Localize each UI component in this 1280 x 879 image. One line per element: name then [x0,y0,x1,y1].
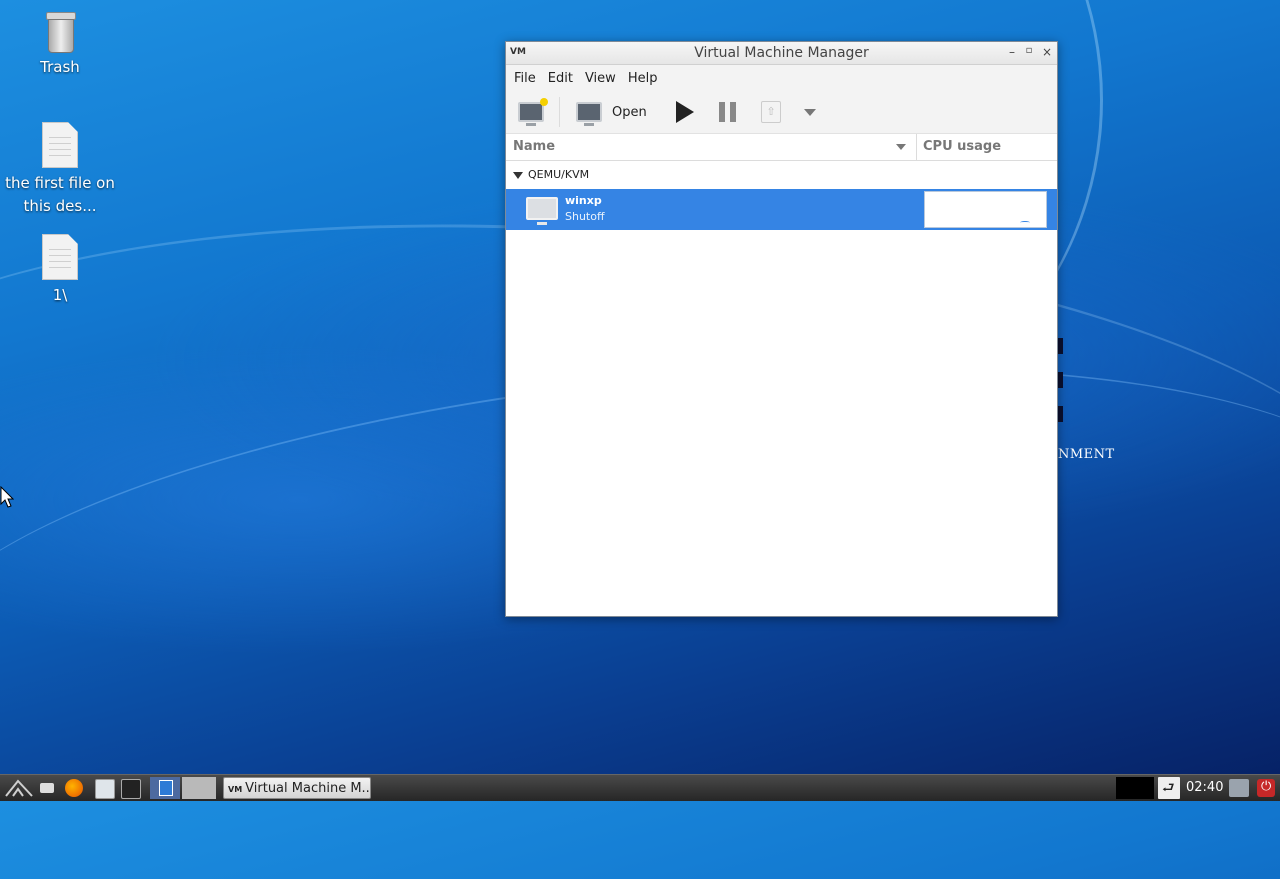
desktop-icon-label: the first file on this des... [5,174,115,215]
power-icon[interactable]: ⏻ [1257,779,1275,797]
wallpaper-mark [1058,406,1063,422]
minimize-icon[interactable]: – [1005,45,1019,59]
file-icon [42,234,78,280]
open-button[interactable]: Open [576,99,647,126]
menubar: File Edit View Help [506,65,1057,91]
run-button[interactable] [676,99,694,125]
sort-arrow-icon[interactable] [896,144,906,150]
vm-name: winxp [565,194,602,207]
toolbar: Open ⇧ [506,91,1057,134]
play-icon [676,101,694,123]
shutdown-button[interactable]: ⇧ [761,99,781,125]
file-icon [42,122,78,168]
workspace-2[interactable] [182,777,216,799]
file-manager-icon[interactable] [95,779,115,799]
desktop-icon-file[interactable]: the first file on this des... [0,122,120,218]
window-titlebar[interactable]: VM Virtual Machine Manager – ▫ × [506,42,1057,65]
close-icon[interactable]: × [1040,45,1054,59]
desktop-icon-file[interactable]: 1\ [0,234,120,307]
trash-icon [46,12,76,53]
toolbar-separator [559,97,560,127]
workspace-1[interactable] [150,777,180,799]
column-divider[interactable] [916,134,917,160]
terminal-icon[interactable] [121,779,141,799]
vm-row[interactable]: winxp Shutoff [506,189,1057,230]
shutdown-menu-button[interactable] [804,99,816,125]
menu-edit[interactable]: Edit [542,71,579,86]
menu-file[interactable]: File [508,71,542,86]
cpu-monitor-applet[interactable] [1116,777,1154,799]
desktop-icon-label: Trash [40,58,80,76]
connection-label: QEMU/KVM [528,168,590,181]
column-name[interactable]: Name [513,139,555,154]
wallpaper-mark [1058,338,1063,354]
expander-icon[interactable] [513,172,523,179]
start-menu-icon[interactable] [4,778,34,798]
monitor-icon [576,102,602,126]
wallpaper-mark [1058,372,1063,388]
maximize-icon[interactable]: ▫ [1022,45,1036,56]
taskbar-window-label: Virtual Machine M... [245,781,371,796]
column-header: Name CPU usage [506,134,1057,161]
vmm-window: VM Virtual Machine Manager – ▫ × File Ed… [505,41,1058,617]
wallpaper-text: NMENT [1058,447,1115,462]
desktop-icon-trash[interactable]: Trash [0,12,120,79]
new-vm-icon [518,98,548,126]
network-icon[interactable] [1229,779,1249,797]
column-cpu-usage[interactable]: CPU usage [923,139,1001,154]
pause-icon [719,102,736,122]
taskbar: VM Virtual Machine M... ⮐ 02:40 ⏻ [0,774,1280,801]
vm-monitor-icon [526,197,558,225]
clock[interactable]: 02:40 [1186,780,1223,795]
taskbar-window-button[interactable]: VM Virtual Machine M... [223,777,371,799]
shutdown-icon: ⇧ [761,101,781,123]
chevron-down-icon [804,108,816,116]
firefox-icon[interactable] [65,779,83,797]
window-title: Virtual Machine Manager [694,45,869,61]
menu-help[interactable]: Help [622,71,664,86]
open-label: Open [612,104,647,120]
vmm-task-icon: VM [228,785,243,794]
mouse-cursor-icon [0,486,14,508]
new-vm-button[interactable] [518,98,548,126]
cpu-usage-graph [924,191,1047,228]
pause-button[interactable] [719,99,736,125]
logout-icon[interactable]: ⮐ [1158,777,1180,799]
vm-state: Shutoff [565,210,605,223]
show-desktop-icon[interactable] [40,783,54,793]
menu-view[interactable]: View [579,71,622,86]
connection-row[interactable]: QEMU/KVM [506,161,1057,189]
desktop-icon-label: 1\ [52,286,68,304]
